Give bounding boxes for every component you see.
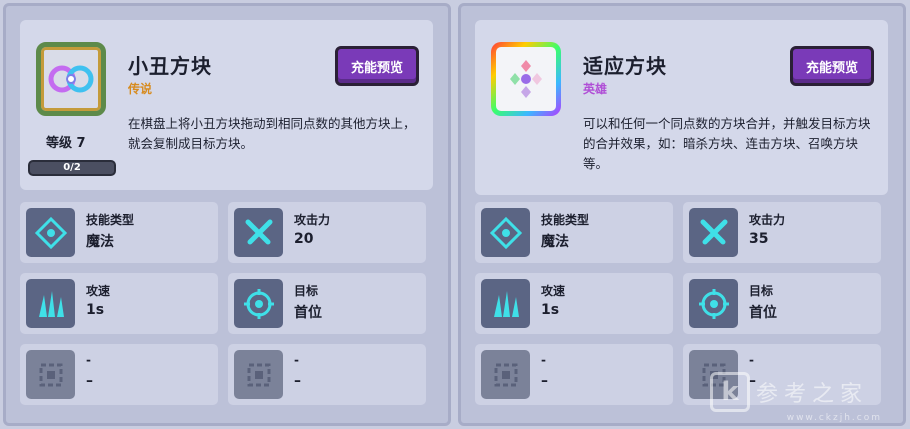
stat-value: 1s bbox=[86, 302, 105, 318]
empty-slot-icon bbox=[481, 350, 530, 399]
stat-label: 目标 bbox=[749, 284, 774, 298]
stat-label: 技能类型 bbox=[86, 213, 135, 227]
stat-value: 魔法 bbox=[86, 234, 114, 250]
crosshair-icon bbox=[689, 279, 738, 328]
stat-label: 攻击力 bbox=[294, 213, 331, 227]
stat-label: 攻速 bbox=[86, 284, 111, 298]
stat-label: 攻速 bbox=[541, 284, 566, 298]
stat-attack: 攻击力 20 bbox=[228, 202, 426, 263]
stat-empty: - – bbox=[20, 344, 218, 405]
upgrade-progress-bar: 0/2 bbox=[28, 160, 116, 176]
stat-skill-type: 技能类型 魔法 bbox=[20, 202, 218, 263]
block-name: 适应方块 bbox=[583, 54, 667, 78]
crosshair-icon bbox=[234, 279, 283, 328]
stat-skill-type: 技能类型 魔法 bbox=[475, 202, 673, 263]
stat-value: 首位 bbox=[749, 305, 777, 321]
stat-value: – bbox=[86, 373, 93, 389]
card-adaptive-block: 适应方块 英雄 充能预览 可以和任何一个同点数的方块合并，并触发目标方块的合并效… bbox=[458, 3, 906, 426]
claw-spikes-icon bbox=[26, 279, 75, 328]
stat-value: 20 bbox=[294, 231, 314, 247]
jester-gem-icon bbox=[48, 65, 94, 93]
stat-label: 目标 bbox=[294, 284, 319, 298]
watermark-url: www.ckzjh.com bbox=[786, 413, 882, 423]
site-watermark: k 参考之家 www.ckzjh.com bbox=[710, 369, 900, 423]
stat-value: 首位 bbox=[294, 305, 322, 321]
stat-empty: - – bbox=[475, 344, 673, 405]
crossed-swords-icon bbox=[689, 208, 738, 257]
watermark-text: 参考之家 bbox=[756, 382, 869, 407]
stat-label: 技能类型 bbox=[541, 213, 590, 227]
card-jester-block: 小丑方块 传说 充能预览 在棋盘上将小丑方块拖动到相同点数的其他方块上，就会复制… bbox=[3, 3, 451, 426]
stat-label: - bbox=[541, 353, 546, 367]
charge-preview-button[interactable]: 充能预览 bbox=[790, 46, 874, 86]
charge-preview-button[interactable]: 充能预览 bbox=[335, 46, 419, 86]
watermark-logo: k bbox=[710, 372, 750, 412]
adaptive-block-portrait[interactable] bbox=[491, 42, 561, 116]
empty-slot-icon bbox=[234, 350, 283, 399]
block-description: 可以和任何一个同点数的方块合并，并触发目标方块的合并效果，如：暗杀方块、连击方块… bbox=[583, 116, 871, 171]
adaptive-gem-icon bbox=[510, 60, 542, 98]
block-name: 小丑方块 bbox=[128, 54, 212, 78]
card-header: 小丑方块 传说 充能预览 在棋盘上将小丑方块拖动到相同点数的其他方块上，就会复制… bbox=[20, 20, 433, 190]
stat-label: - bbox=[86, 353, 91, 367]
claw-spikes-icon bbox=[481, 279, 530, 328]
block-description: 在棋盘上将小丑方块拖动到相同点数的其他方块上，就会复制成目标方块。 bbox=[128, 116, 416, 151]
stat-attack: 攻击力 35 bbox=[683, 202, 881, 263]
stat-value: – bbox=[541, 373, 548, 389]
stat-empty: - – bbox=[228, 344, 426, 405]
stat-value: 魔法 bbox=[541, 234, 569, 250]
stat-attack-speed: 攻速 1s bbox=[475, 273, 673, 334]
stat-target: 目标 首位 bbox=[228, 273, 426, 334]
stat-label: - bbox=[749, 353, 754, 367]
empty-slot-icon bbox=[26, 350, 75, 399]
stat-value: 35 bbox=[749, 231, 769, 247]
stat-value: 1s bbox=[541, 302, 560, 318]
stat-label: 攻击力 bbox=[749, 213, 786, 227]
stat-attack-speed: 攻速 1s bbox=[20, 273, 218, 334]
diamond-target-icon bbox=[26, 208, 75, 257]
crossed-swords-icon bbox=[234, 208, 283, 257]
stat-target: 目标 首位 bbox=[683, 273, 881, 334]
card-header: 适应方块 英雄 充能预览 可以和任何一个同点数的方块合并，并触发目标方块的合并效… bbox=[475, 20, 888, 195]
stat-value: – bbox=[294, 373, 301, 389]
rarity-label: 英雄 bbox=[583, 82, 608, 96]
rarity-label: 传说 bbox=[128, 82, 153, 96]
diamond-target-icon bbox=[481, 208, 530, 257]
block-level: 等级 7 bbox=[46, 136, 86, 151]
jester-block-portrait[interactable] bbox=[36, 42, 106, 116]
stat-label: - bbox=[294, 353, 299, 367]
